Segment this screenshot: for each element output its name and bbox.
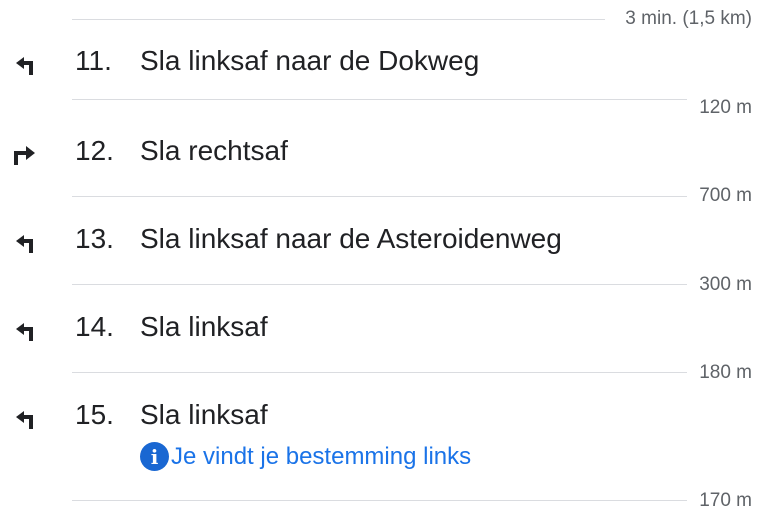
- turn-left-icon: [16, 323, 33, 341]
- top-distance: 3 min. (1,5 km): [625, 8, 752, 29]
- step-distance: 120 m: [699, 97, 752, 118]
- destination-note-text: Je vindt je bestemming links: [171, 442, 472, 470]
- divider: [72, 99, 687, 100]
- step-instruction: Sla linksaf: [140, 399, 268, 430]
- route-step[interactable]: 14. Sla linksaf: [0, 308, 757, 368]
- turn-left-icon: [16, 57, 33, 75]
- step-number: 13.: [75, 223, 114, 254]
- divider: [72, 196, 687, 197]
- step-instruction: Sla rechtsaf: [140, 135, 288, 166]
- route-step[interactable]: 12. Sla rechtsaf: [0, 132, 757, 192]
- divider: [72, 372, 687, 373]
- turn-left-icon: [16, 411, 33, 429]
- step-distance: 300 m: [699, 274, 752, 295]
- step-instruction: Sla linksaf naar de Asteroidenweg: [140, 223, 562, 254]
- step-instruction: Sla linksaf naar de Dokweg: [140, 45, 480, 76]
- divider: [72, 284, 687, 285]
- step-instruction: Sla linksaf: [140, 311, 268, 342]
- step-number: 11.: [75, 45, 112, 76]
- step-number: 12.: [75, 135, 114, 166]
- step-number: 15.: [75, 399, 114, 430]
- turn-left-icon: [16, 235, 33, 253]
- route-step[interactable]: 15. Sla linksaf i Je vindt je bestemming…: [0, 396, 757, 476]
- divider: [72, 19, 605, 20]
- route-step[interactable]: 11. Sla linksaf naar de Dokweg: [0, 42, 757, 102]
- divider: [72, 500, 687, 501]
- step-distance: 180 m: [699, 362, 752, 383]
- info-icon: i: [140, 442, 169, 471]
- destination-note: i Je vindt je bestemming links: [140, 442, 471, 471]
- step-number: 14.: [75, 311, 114, 342]
- step-distance: 170 m: [699, 490, 752, 511]
- turn-right-icon: [14, 146, 35, 165]
- step-distance: 700 m: [699, 185, 752, 206]
- route-step[interactable]: 13. Sla linksaf naar de Asteroidenweg: [0, 220, 757, 280]
